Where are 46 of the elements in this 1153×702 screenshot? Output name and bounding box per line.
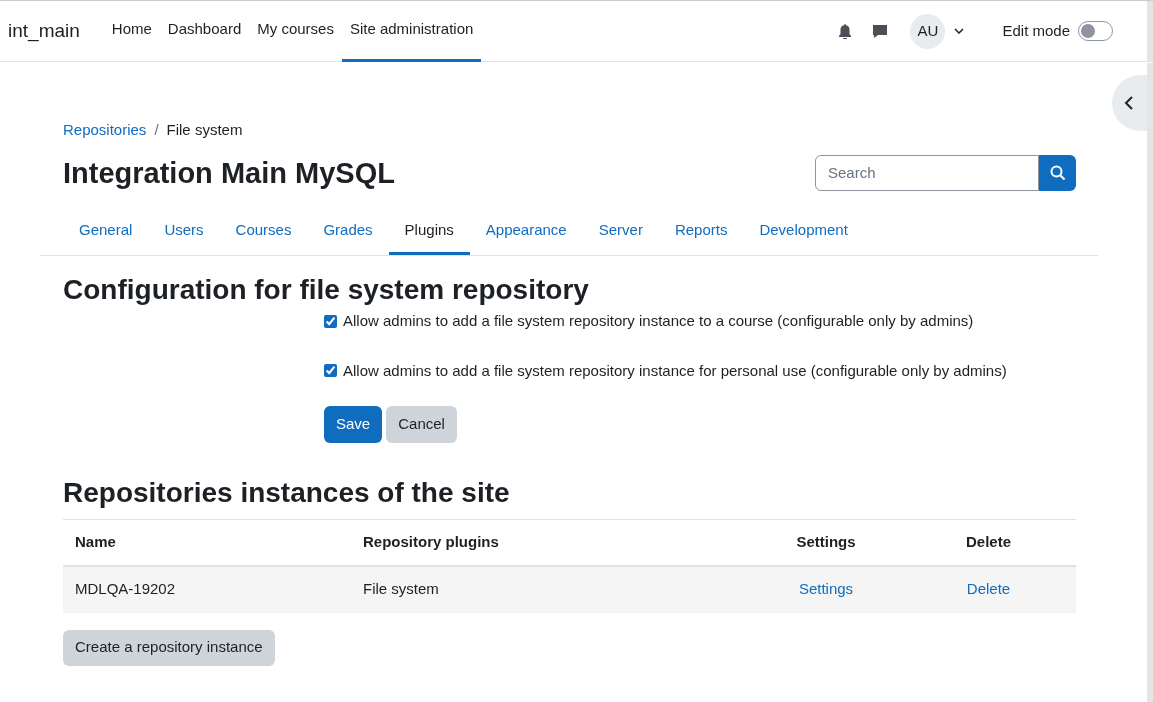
- search-field[interactable]: Search: [815, 155, 1039, 192]
- cancel-button[interactable]: Cancel: [386, 406, 457, 443]
- drawer-toggle-button[interactable]: [1112, 75, 1147, 131]
- search-icon: [1049, 165, 1066, 182]
- save-button[interactable]: Save: [324, 406, 383, 443]
- nav-link[interactable]: Site administration: [341, 1, 482, 62]
- checkbox-label: Allow admins to add a file system repository instance for personal use (configurable only by admins): [343, 360, 1007, 381]
- breadcrumb-current: File system: [166, 120, 243, 140]
- section-heading: Repositories instances of the site: [63, 476, 511, 510]
- page-title: Integration Main MySQL: [63, 155, 395, 191]
- tab[interactable]: Grades: [307, 209, 389, 255]
- table-link[interactable]: Settings: [751, 565, 901, 613]
- breadcrumb-separator: /: [154, 120, 159, 140]
- column-header: Name: [63, 519, 351, 566]
- user-avatar[interactable]: AU: [910, 13, 946, 49]
- tab[interactable]: Appearance: [469, 209, 583, 255]
- column-header: Settings: [751, 519, 901, 566]
- edit-mode-label: Edit mode: [1002, 20, 1070, 41]
- checkbox[interactable]: [324, 314, 337, 328]
- edit-mode-switch[interactable]: [1078, 21, 1113, 41]
- table-cell: File system: [351, 565, 751, 613]
- nav-link[interactable]: Dashboard: [159, 1, 250, 62]
- tab[interactable]: Users: [148, 209, 220, 255]
- chevron-down-icon[interactable]: [954, 28, 965, 34]
- site-name[interactable]: int_main: [8, 16, 80, 46]
- search-button[interactable]: [1039, 155, 1076, 192]
- create-instance-button[interactable]: Create a repository instance: [63, 629, 275, 666]
- tab[interactable]: Plugins: [388, 209, 470, 255]
- tab[interactable]: Reports: [658, 209, 744, 255]
- chat-icon[interactable]: [872, 23, 889, 39]
- section-heading: Configuration for file system repository: [63, 273, 590, 307]
- chevron-left-icon: [1124, 96, 1134, 110]
- tab[interactable]: Courses: [219, 209, 308, 255]
- checkbox[interactable]: [324, 364, 337, 378]
- table-link[interactable]: Delete: [901, 565, 1076, 613]
- breadcrumb-link[interactable]: Repositories: [63, 119, 147, 142]
- nav-link[interactable]: My courses: [249, 1, 342, 62]
- table-cell: MDLQA-19202: [63, 565, 351, 613]
- nav-link[interactable]: Home: [103, 1, 160, 62]
- tab[interactable]: Server: [582, 209, 659, 255]
- tab[interactable]: General: [63, 209, 149, 255]
- bell-icon[interactable]: [838, 23, 853, 39]
- tab[interactable]: Development: [743, 209, 864, 255]
- column-header: Repository plugins: [351, 519, 751, 566]
- checkbox-label: Allow admins to add a file system repository instance to a course (configurable only by admins): [343, 311, 974, 331]
- column-header: Delete: [901, 519, 1076, 566]
